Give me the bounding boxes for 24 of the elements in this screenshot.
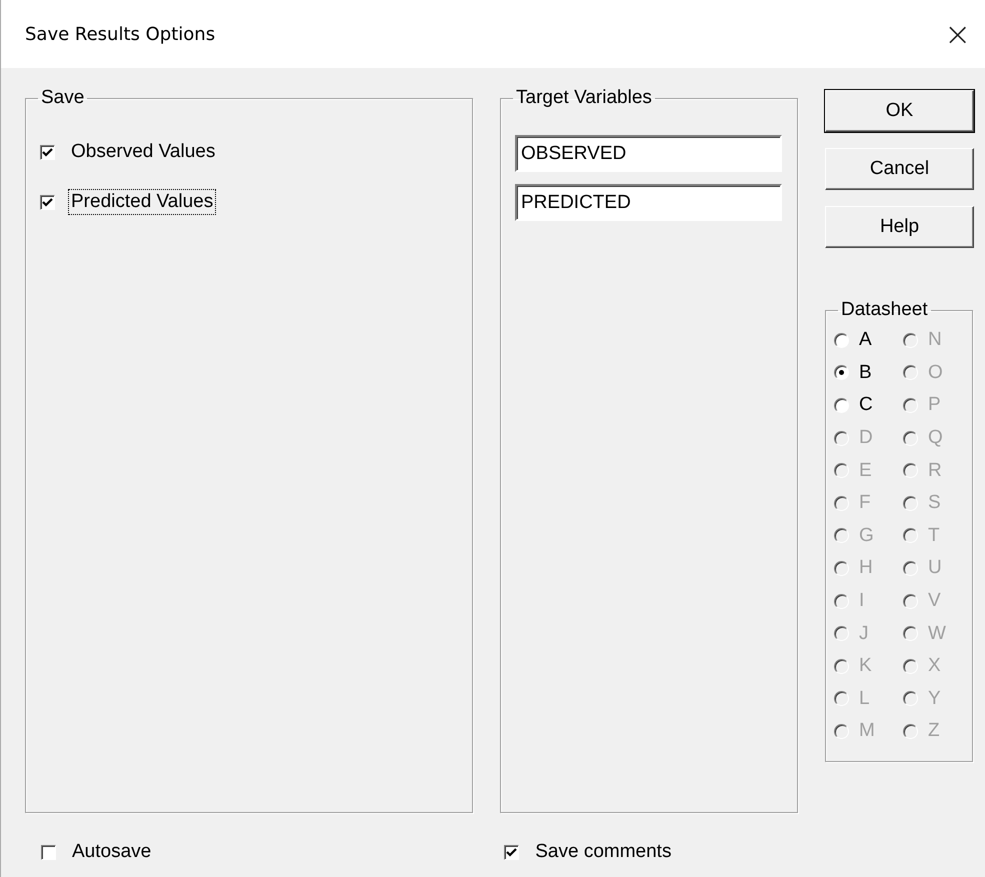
checkbox[interactable]	[40, 144, 55, 160]
radio-button[interactable]	[834, 398, 849, 413]
checkbox[interactable]	[40, 194, 55, 210]
close-button[interactable]: ×	[934, 15, 981, 53]
checkbox-label[interactable]: Save comments	[532, 839, 674, 865]
group-title: Save	[40, 87, 86, 109]
radio-button[interactable]	[834, 365, 849, 380]
dialog-button[interactable]: OK	[825, 90, 974, 132]
radio-label[interactable]: A	[859, 329, 872, 352]
checkbox-label[interactable]: Autosave	[69, 839, 154, 865]
dialog-button[interactable]: Cancel	[825, 148, 974, 190]
checkbox[interactable]	[41, 844, 56, 860]
dialog-button[interactable]: Help	[825, 206, 974, 248]
radio-label[interactable]: B	[859, 362, 872, 384]
checkbox-label[interactable]: Predicted Values	[68, 189, 216, 215]
checkbox[interactable]	[504, 844, 520, 860]
radio-button[interactable]	[834, 332, 849, 348]
group-title: Target Variables	[515, 87, 653, 109]
input-field[interactable]: PREDICTED	[515, 184, 782, 221]
radio-label[interactable]: C	[859, 394, 873, 416]
window-title: Save Results Options	[25, 24, 216, 44]
group-title: Datasheet	[840, 299, 929, 321]
checkbox-label[interactable]: Observed Values	[68, 139, 218, 165]
input-field[interactable]: OBSERVED	[515, 135, 782, 172]
